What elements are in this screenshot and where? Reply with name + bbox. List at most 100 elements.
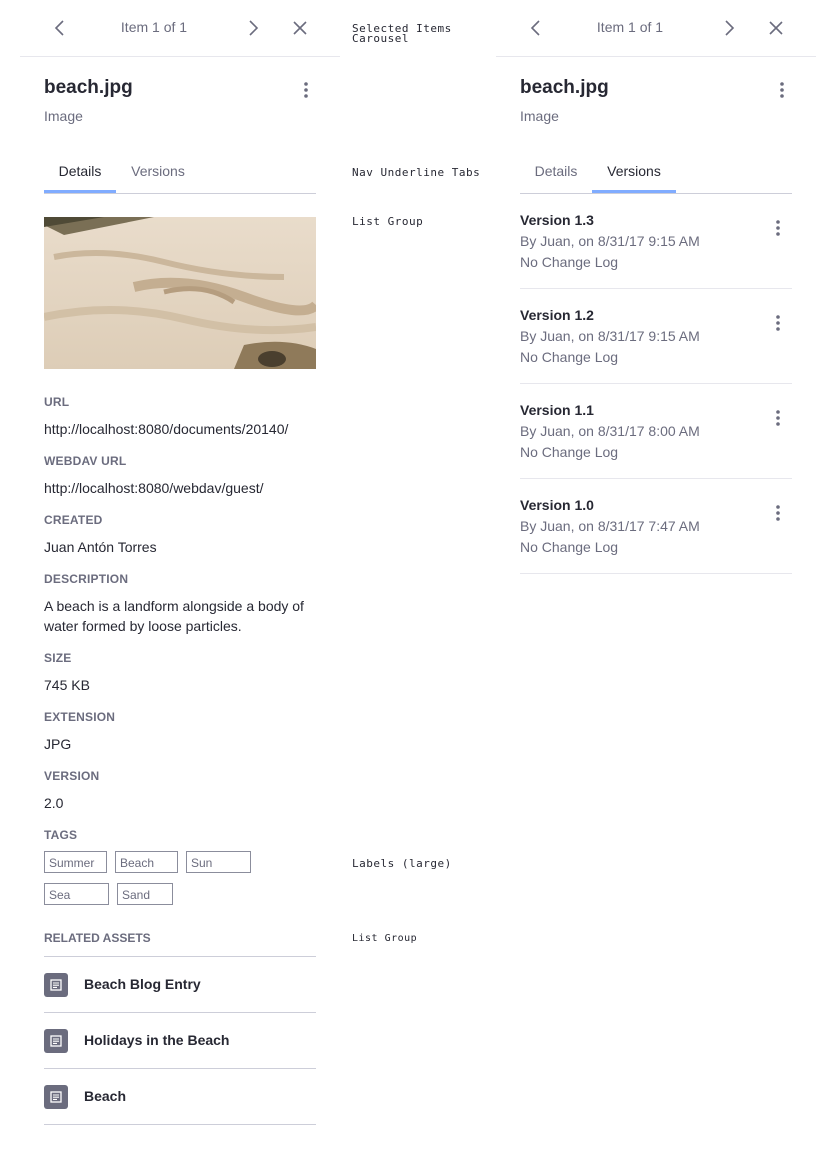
tag-label: Beach [115, 851, 178, 873]
version-item: Version 1.1 By Juan, on 8/31/17 8:00 AM … [520, 384, 792, 479]
tab-details[interactable]: Details [520, 152, 592, 192]
version-change-log: No Change Log [520, 444, 619, 460]
version-title: Version 1.2 [520, 307, 594, 323]
ellipsis-vertical-icon [776, 505, 780, 521]
versions-panel: Item 1 of 1 beach.jpg Image Details Vers… [496, 0, 816, 1149]
ellipsis-vertical-icon [304, 82, 308, 98]
version-change-log: No Change Log [520, 349, 619, 365]
details-panel: Item 1 of 1 beach.jpg Image Details Vers… [20, 0, 340, 1149]
url-label: URL [44, 395, 70, 409]
extension-field: EXTENSION JPG [44, 710, 316, 754]
ellipsis-vertical-icon [780, 82, 784, 98]
version-actions-button[interactable] [768, 311, 788, 335]
selected-items-carousel: Item 1 of 1 [496, 0, 816, 57]
description-field: DESCRIPTION A beach is a landform alongs… [44, 572, 316, 636]
created-label: CREATED [44, 513, 103, 527]
version-change-log: No Change Log [520, 539, 619, 555]
close-button[interactable] [766, 18, 786, 38]
chevron-left-icon [54, 20, 64, 36]
panel-header: beach.jpg Image [520, 76, 792, 124]
extension-label: EXTENSION [44, 710, 116, 724]
doc-label-carousel-line2: Carousel [352, 32, 409, 45]
doc-label-list-group: List Group [352, 215, 424, 228]
doc-label-carousel: Selected Items Carousel [352, 23, 452, 45]
created-field: CREATED Juan Antón Torres [44, 513, 316, 557]
close-button[interactable] [290, 18, 310, 38]
ellipsis-vertical-icon [776, 315, 780, 331]
size-value: 745 KB [44, 677, 90, 693]
chevron-right-icon [249, 20, 259, 36]
version-author-date: By Juan, on 8/31/17 9:15 AM [520, 328, 700, 344]
url-field: URL http://localhost:8080/documents/2014… [44, 395, 316, 439]
related-asset-item[interactable]: Beach [44, 1069, 316, 1125]
version-author-date: By Juan, on 8/31/17 9:15 AM [520, 233, 700, 249]
document-icon [44, 1085, 68, 1109]
related-asset-name: Beach Blog Entry [84, 976, 201, 992]
tab-versions[interactable]: Versions [592, 152, 676, 193]
carousel-counter: Item 1 of 1 [596, 19, 664, 35]
description-label: DESCRIPTION [44, 572, 129, 586]
tags-field: TAGS [44, 828, 316, 842]
tag-label: Sand [117, 883, 173, 905]
actions-menu-button[interactable] [296, 78, 316, 102]
nav-underline-tabs: Details Versions [520, 152, 792, 194]
version-actions-button[interactable] [768, 406, 788, 430]
sand-dunes-image [44, 217, 316, 369]
document-icon [44, 973, 68, 997]
url-value: http://localhost:8080/documents/20140/ [44, 421, 289, 437]
previous-item-button[interactable] [50, 18, 70, 38]
version-change-log: No Change Log [520, 254, 619, 270]
size-field: SIZE 745 KB [44, 651, 316, 695]
carousel-counter: Item 1 of 1 [120, 19, 188, 35]
actions-menu-button[interactable] [772, 78, 792, 102]
version-item: Version 1.0 By Juan, on 8/31/17 7:47 AM … [520, 479, 792, 574]
chevron-right-icon [725, 20, 735, 36]
file-title: beach.jpg [44, 77, 133, 98]
version-title: Version 1.1 [520, 402, 594, 418]
versions-list: Version 1.3 By Juan, on 8/31/17 9:15 AM … [520, 194, 792, 574]
selected-items-carousel: Item 1 of 1 [20, 0, 340, 57]
doc-label-list-group-2: List Group [352, 933, 418, 944]
version-author-date: By Juan, on 8/31/17 8:00 AM [520, 423, 700, 439]
version-item: Version 1.2 By Juan, on 8/31/17 9:15 AM … [520, 289, 792, 384]
created-value: Juan Antón Torres [44, 539, 157, 555]
size-label: SIZE [44, 651, 72, 665]
close-icon [293, 21, 307, 35]
related-assets-list: Beach Blog Entry Holidays in the Beach B… [44, 956, 316, 1125]
previous-item-button[interactable] [526, 18, 546, 38]
version-item: Version 1.3 By Juan, on 8/31/17 9:15 AM … [520, 194, 792, 289]
version-label: VERSION [44, 769, 100, 783]
tags-label: TAGS [44, 828, 78, 842]
next-item-button[interactable] [243, 18, 263, 38]
version-actions-button[interactable] [768, 501, 788, 525]
tag-label: Sea [44, 883, 109, 905]
webdav-url-field: WEBDAV URL http://localhost:8080/webdav/… [44, 454, 316, 498]
version-title: Version 1.0 [520, 497, 594, 513]
related-assets-label: RELATED ASSETS [44, 931, 151, 945]
related-asset-item[interactable]: Holidays in the Beach [44, 1013, 316, 1069]
ellipsis-vertical-icon [776, 410, 780, 426]
panel-header: beach.jpg Image [44, 76, 316, 124]
nav-underline-tabs: Details Versions [44, 152, 316, 194]
file-type: Image [44, 108, 83, 124]
tab-details[interactable]: Details [44, 152, 116, 193]
tag-label: Sun [186, 851, 251, 873]
document-icon [44, 1029, 68, 1053]
related-asset-item[interactable]: Beach Blog Entry [44, 957, 316, 1013]
version-title: Version 1.3 [520, 212, 594, 228]
version-actions-button[interactable] [768, 216, 788, 240]
tab-versions[interactable]: Versions [116, 152, 200, 192]
ellipsis-vertical-icon [776, 220, 780, 236]
webdav-url-value: http://localhost:8080/webdav/guest/ [44, 480, 264, 496]
extension-value: JPG [44, 736, 72, 752]
description-value: A beach is a landform alongside a body o… [44, 598, 304, 634]
version-field: VERSION 2.0 [44, 769, 316, 813]
doc-label-labels-large: Labels (large) [352, 857, 452, 870]
chevron-left-icon [530, 20, 540, 36]
next-item-button[interactable] [719, 18, 739, 38]
file-title: beach.jpg [520, 77, 609, 98]
file-type: Image [520, 108, 559, 124]
related-asset-name: Beach [84, 1088, 127, 1104]
webdav-url-label: WEBDAV URL [44, 454, 127, 468]
version-author-date: By Juan, on 8/31/17 7:47 AM [520, 518, 700, 534]
